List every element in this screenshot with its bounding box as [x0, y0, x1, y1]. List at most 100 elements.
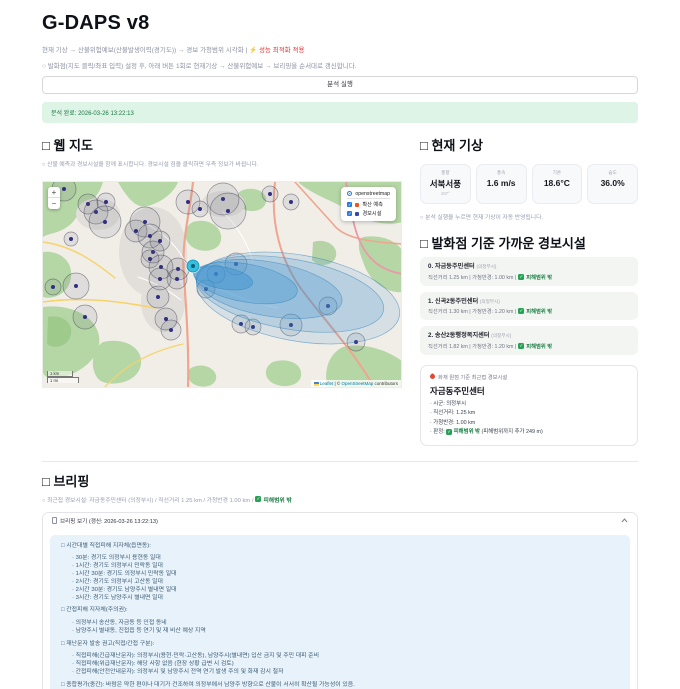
checkbox-checked-icon: ✓ [347, 211, 352, 216]
alert-facility-marker[interactable] [186, 200, 190, 204]
page: G-DAPS v8 현재 기상 → 산불위험예보(산불발생이력(경기도)) → … [0, 0, 680, 689]
alert-facility-marker[interactable] [74, 284, 78, 288]
alert-facility-marker[interactable] [226, 209, 230, 213]
weather-label: 풍향 [423, 170, 468, 176]
nearest-facility-name: 자금동주민센터 [430, 385, 628, 397]
scale-mi: 1 mi [47, 377, 79, 383]
verdict-prefix: · 판정: [430, 429, 446, 435]
radio-selected-icon [347, 191, 352, 196]
fire-icon [429, 373, 436, 380]
nearest-row: · 직선거리: 1.25 km [430, 409, 628, 419]
document-icon [52, 517, 57, 524]
weather-card: 기온18.6°C [532, 164, 583, 204]
briefing-line: · 1시간 30분: 경기도 의정부시 민락동 일대 [61, 571, 619, 579]
weather-value: 36.0% [590, 178, 635, 188]
alert-facility-marker[interactable] [158, 277, 162, 281]
zoom-in-button[interactable]: + [48, 187, 60, 198]
briefing-expander-body: □ 시간대별 직접피해 지자체(읍면동): · 30분: 경기도 의정부시 용현동… [43, 529, 637, 689]
facilities-section-title: □ 발화점 기준 가까운 경보시설 [420, 233, 638, 252]
alert-facility-marker[interactable] [69, 237, 73, 241]
nearest-row: · 가청반경: 1.00 km [430, 419, 628, 429]
alert-facility-marker[interactable] [104, 200, 108, 204]
zoom-out-button[interactable]: − [48, 198, 60, 209]
run-analysis-button[interactable]: 분석 실행 [42, 76, 638, 94]
weather-card: 풍속1.6 m/s [476, 164, 527, 204]
map-layers-control: openstreetmap ✓ 확산 예측 ✓ 경보시설 [341, 187, 396, 221]
web-map[interactable]: + − openstreetmap ✓ 확산 예측 ✓ [42, 181, 402, 388]
weather-sub [479, 189, 524, 194]
facility-meta: 직선거리 1.82 km | 가청반경: 1.20 km |✓피해범위 밖 [428, 342, 630, 350]
briefing-line: · 3시간: 경기도 남양주시 별내면 일대 [61, 595, 619, 603]
alert-facility-marker[interactable] [268, 192, 272, 196]
nearest-facility-rows: · 시군: 의정부시· 직선거리: 1.25 km· 가청반경: 1.00 km [430, 400, 628, 429]
overlay-fire-option[interactable]: ✓ 확산 예측 [347, 200, 390, 209]
briefing-info-box: □ 시간대별 직접피해 지자체(읍면동): · 30분: 경기도 의정부시 용현동… [50, 535, 630, 689]
overlay-fire-label: 확산 예측 [362, 201, 383, 208]
page-title: G-DAPS v8 [42, 12, 638, 35]
checkbox-checked-icon: ✓ [347, 202, 352, 207]
alert-facility-marker[interactable] [175, 277, 179, 281]
nearest-facility-header: 화재 원점 기준 최근접 경보시설 [430, 373, 628, 381]
base-layer-option[interactable]: openstreetmap [347, 190, 390, 199]
ignition-marker [186, 259, 200, 273]
osm-link[interactable]: OpenStreetMap [341, 381, 373, 386]
facility-item[interactable]: 2. 송산2동행정복지센터 (의정부시)직선거리 1.82 km | 가청반경:… [420, 326, 638, 355]
alert-facility-marker[interactable] [289, 200, 293, 204]
alert-facility-marker[interactable] [62, 187, 66, 191]
pipeline-text: 현재 기상 → 산불위험예보(산불발생이력(경기도)) → 경보 가청범위 시각… [42, 47, 249, 54]
briefing-line: · 의정부시 송산동, 자금동 등 인접 동네 [61, 620, 619, 628]
loudspeaker-icon [355, 212, 359, 216]
briefing-line: · 2시간: 경기도 의정부시 고산동 일대 [61, 579, 619, 587]
briefing-expander-header[interactable]: 브리핑 보기 (갱신: 2026-03-26 13:22:13) [43, 513, 637, 529]
facility-item[interactable]: 1. 신곡2동주민센터 (의정부시)직선거리 1.30 km | 가청반경: 1… [420, 292, 638, 321]
hint-line: ○ 발화점(지도 클릭/좌표 입력) 설정 후, 아래 버튼 1회로 현재기상 … [42, 60, 638, 70]
weather-cards: 풍향서북서풍287°풍속1.6 m/s기온18.6°C습도36.0% [420, 164, 638, 204]
nearest-verdict-row: · 판정: ✓ 피해범위 밖 (피해범위까지 추가 249 m) [430, 428, 628, 438]
facility-badge: 피해범위 밖 [526, 307, 552, 315]
map-attribution: Leaflet | © OpenStreetMap contributors [311, 380, 401, 387]
alert-facility-marker[interactable] [156, 295, 160, 299]
weather-card: 습도36.0% [587, 164, 638, 204]
map-scale-control: 1 km 1 mi [47, 371, 79, 383]
expander-label: 브리핑 보기 (갱신: 2026-03-26 13:22:13) [60, 519, 158, 525]
briefing-section-title: □ 브리핑 [42, 471, 638, 490]
facility-badge: 피해범위 밖 [526, 342, 552, 350]
chevron-up-icon [621, 518, 628, 523]
check-icon: ✓ [255, 496, 261, 502]
facility-item[interactable]: 0. 자금동주민센터 (의정부시)직선거리 1.25 km | 가청반경: 1.… [420, 257, 638, 286]
briefing-caption: ○ 최근접 경보시설: 자금동주민센터 (의정부시) / 직선거리 1.25 k… [42, 495, 638, 504]
check-icon: ✓ [446, 429, 452, 435]
alert-facility-marker[interactable] [198, 207, 202, 211]
nearest-header-text: 화재 원점 기준 최근접 경보시설 [438, 373, 507, 381]
pipeline-line: 현재 기상 → 산불위험예보(산불발생이력(경기도)) → 경보 가청범위 시각… [42, 44, 638, 54]
facility-meta: 직선거리 1.25 km | 가청반경: 1.00 km |✓피해범위 밖 [428, 273, 630, 281]
verdict-suffix: (피해범위까지 추가 249 m) [482, 429, 543, 435]
alert-facility-marker[interactable] [134, 229, 138, 233]
facility-badge: 피해범위 밖 [526, 273, 552, 281]
weather-value: 18.6°C [535, 178, 580, 188]
facility-meta: 직선거리 1.30 km | 가청반경: 1.20 km |✓피해범위 밖 [428, 307, 630, 315]
briefing-line: □ 시간대별 직접피해 지자체(읍면동): [61, 543, 619, 551]
map-caption: ○ 산불 예측과 경보시설을 함께 표시합니다. 경보시설 점을 클릭하면 우측… [42, 159, 404, 168]
weather-sub: 287° [423, 191, 468, 196]
facility-list: 0. 자금동주민센터 (의정부시)직선거리 1.25 km | 가청반경: 1.… [420, 257, 638, 355]
alert-facility-marker[interactable] [103, 220, 107, 224]
alert-facility-marker[interactable] [51, 285, 55, 289]
optimization-badge: ⚡ 성능 최적화 적용 [249, 47, 304, 54]
map-section-title: □ 웹 지도 [42, 135, 404, 154]
verdict-badge: 피해범위 밖 [454, 429, 480, 435]
alert-facility-marker[interactable] [83, 315, 87, 319]
fire-icon [355, 203, 359, 207]
briefing-caption-text: ○ 최근접 경보시설: 자금동주민센터 (의정부시) / 직선거리 1.25 k… [42, 495, 253, 504]
alert-facility-marker[interactable] [169, 328, 173, 332]
leaflet-link[interactable]: Leaflet [320, 381, 334, 386]
weather-value: 1.6 m/s [479, 178, 524, 188]
weather-value: 서북서풍 [423, 178, 468, 190]
weather-sub [590, 189, 635, 194]
weather-caption: ○ 분석 실행을 누르면 현재 기상이 자동 반영됩니다. [420, 212, 638, 221]
attribution-tail: contributors [373, 381, 398, 386]
briefing-line: · 30분: 경기도 의정부시 용현동 일대 [61, 555, 619, 563]
weather-card: 풍향서북서풍287° [420, 164, 471, 204]
check-icon: ✓ [518, 343, 524, 349]
overlay-siren-option[interactable]: ✓ 경보시설 [347, 209, 390, 218]
